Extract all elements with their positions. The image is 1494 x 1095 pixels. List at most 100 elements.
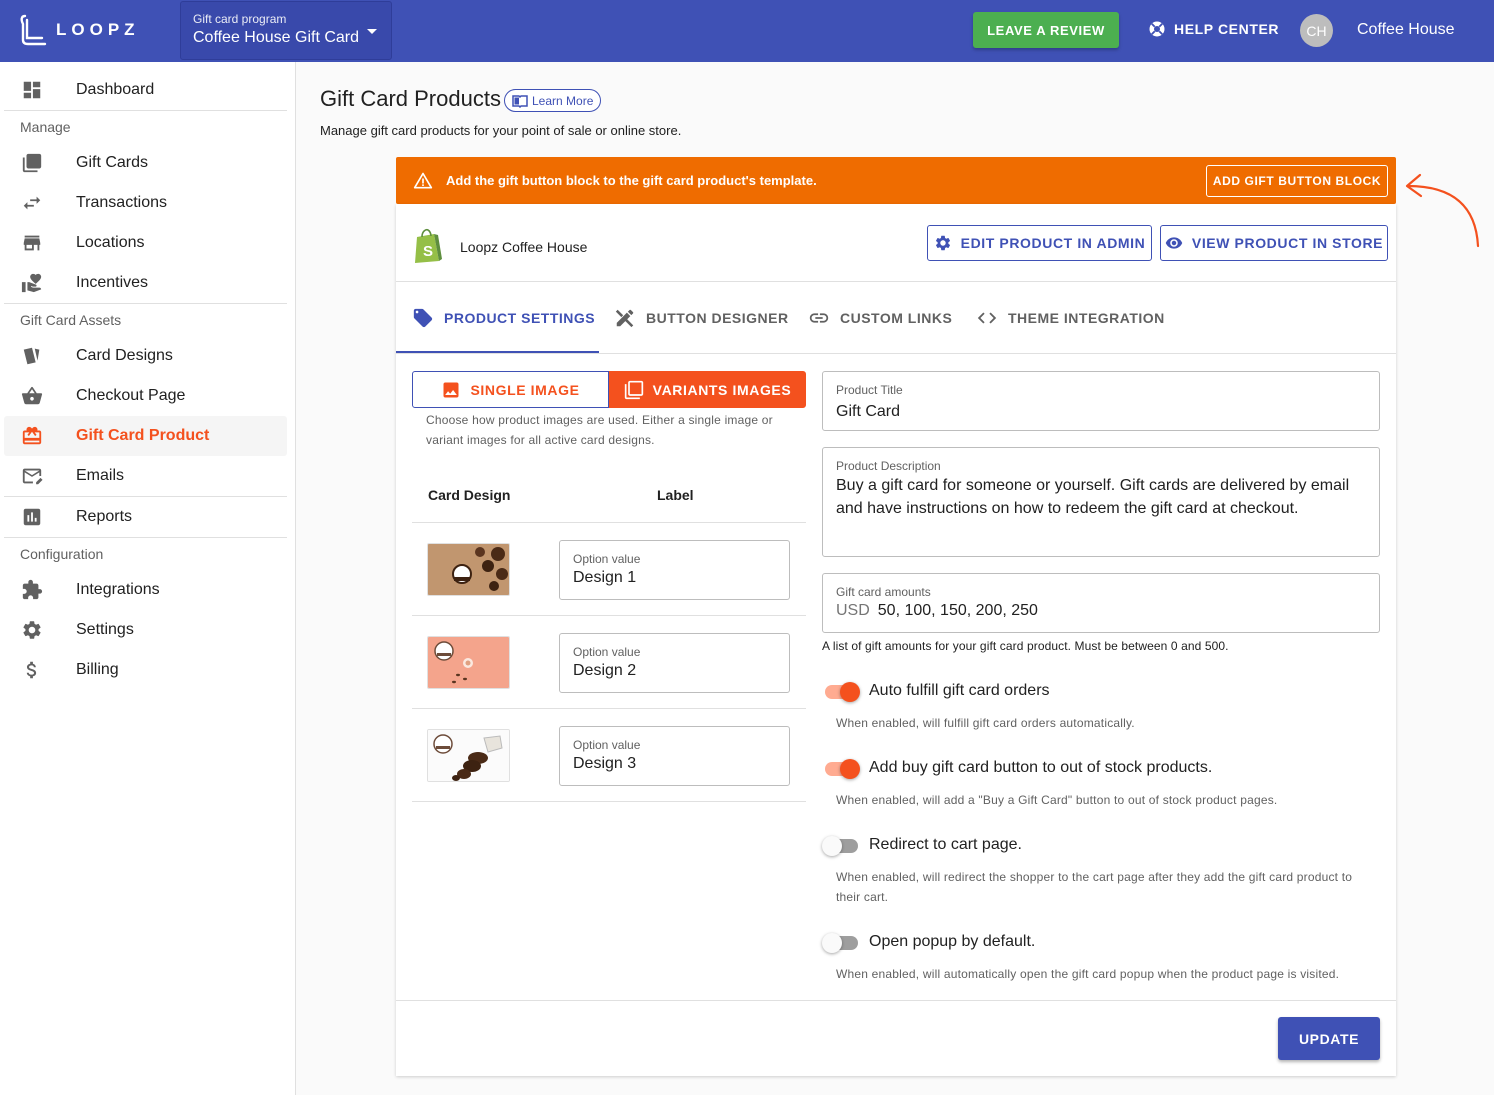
top-app-bar: LOOPZ Gift card program Coffee House Gif… [0,0,1494,62]
loopz-logo[interactable]: LOOPZ [18,14,140,46]
single-image-label: SINGLE IMAGE [470,381,580,398]
view-product-in-store-button[interactable]: VIEW PRODUCT IN STORE [1160,225,1388,261]
page-subtitle: Manage gift card products for your point… [320,123,682,138]
caret-down-icon [367,29,377,34]
shop-name: Loopz Coffee House [460,239,588,255]
sidebar-item-label: Dashboard [76,81,155,98]
lifebuoy-icon [1149,21,1165,37]
learn-more-button[interactable]: Learn More [504,89,602,112]
update-button[interactable]: UPDATE [1278,1017,1380,1060]
section-header-manage: Manage [20,119,71,135]
card-design-thumbnail-1 [427,543,510,596]
out-of-stock-button-toggle[interactable] [822,759,860,779]
tab-label: BUTTON DESIGNER [646,310,789,326]
volunteer-heart-icon [20,271,44,295]
option-value-field[interactable]: Option value Design 3 [559,726,790,786]
shop-row: S Loopz Coffee House EDIT PRODUCT IN ADM… [396,204,1396,282]
sidebar-item-gift-card-product[interactable]: Gift Card Product [4,416,287,456]
gift-card-amounts-field[interactable]: Gift card amounts USD 50, 100, 150, 200,… [822,573,1380,633]
option-value-label: Option value [573,738,641,752]
sidebar-item-settings[interactable]: Settings [4,610,287,650]
table-row: Option value Design 2 [412,616,806,709]
variants-images-label: VARIANTS IMAGES [652,381,792,398]
sidebar-item-transactions[interactable]: Transactions [4,183,287,223]
sidebar-item-locations[interactable]: Locations [4,223,287,263]
sidebar-item-dashboard[interactable]: Dashboard [4,70,287,110]
currency-prefix: USD [836,602,870,619]
help-center-label: HELP CENTER [1174,21,1280,37]
product-title-label: Product Title [836,383,903,397]
single-image-button[interactable]: SINGLE IMAGE [412,371,609,408]
sidebar-item-label: Settings [76,621,134,638]
curved-arrow-annotation [1405,173,1480,248]
product-settings-card: S Loopz Coffee House EDIT PRODUCT IN ADM… [396,204,1396,1076]
option-value-label: Option value [573,645,641,659]
sidebar-divider [4,537,287,538]
switch-help: When enabled, will add a "Buy a Gift Car… [836,793,1278,807]
link-icon [809,313,829,323]
avatar[interactable]: CH [1300,14,1333,47]
option-value-field[interactable]: Option value Design 1 [559,540,790,600]
puzzle-piece-icon [20,578,44,602]
section-header-gift-card-assets: Gift Card Assets [20,312,122,328]
option-value-text: Design 2 [573,662,637,679]
sidebar-item-reports[interactable]: Reports [4,497,287,537]
code-icon [977,312,997,324]
auto-fulfill-toggle[interactable] [822,682,860,702]
switch-label: Redirect to cart page. [869,836,1022,853]
open-popup-toggle[interactable] [822,933,860,953]
swap-arrows-icon [20,191,44,215]
redirect-to-cart-toggle[interactable] [822,836,860,856]
user-name[interactable]: Coffee House [1357,21,1455,39]
product-description-value: Buy a gift card for someone or yourself.… [836,477,1350,517]
sidebar-item-label: Transactions [76,194,167,211]
switch-label: Auto fulfill gift card orders [869,682,1050,699]
loopz-logo-icon [20,14,47,46]
image-mode-toggle: SINGLE IMAGE VARIANTS IMAGES [412,371,806,408]
sidebar-item-label: Card Designs [76,347,173,364]
sidebar-item-billing[interactable]: Billing [4,650,287,690]
eye-icon [1165,237,1183,249]
page-title: Gift Card Products [320,86,501,111]
option-value-text: Design 3 [573,755,637,772]
sidebar-item-incentives[interactable]: Incentives [4,263,287,303]
section-header-configuration: Configuration [20,546,104,562]
bar-chart-icon [20,505,44,529]
tab-custom-links[interactable]: CUSTOM LINKS [808,282,952,354]
view-product-label: VIEW PRODUCT IN STORE [1191,235,1384,251]
sidebar-item-integrations[interactable]: Integrations [4,570,287,610]
help-center-link[interactable]: HELP CENTER [1148,20,1279,38]
sidebar-item-label: Integrations [76,581,160,598]
tab-theme-integration[interactable]: THEME INTEGRATION [976,282,1165,354]
tab-product-settings[interactable]: PRODUCT SETTINGS [412,282,595,354]
option-value-field[interactable]: Option value Design 2 [559,633,790,693]
storefront-icon [20,231,44,255]
sidebar-item-card-designs[interactable]: Card Designs [4,336,287,376]
product-description-field[interactable]: Product Description Buy a gift card for … [822,447,1380,557]
product-title-field[interactable]: Product Title Gift Card [822,371,1380,431]
switch-help: When enabled, will fulfill gift card ord… [836,716,1135,730]
product-title-value: Gift Card [836,403,901,420]
option-value-text: Design 1 [573,569,637,586]
edit-product-in-admin-button[interactable]: EDIT PRODUCT IN ADMIN [927,225,1152,261]
sidebar-item-label: Emails [76,467,125,484]
card-design-thumbnail-3 [427,729,510,782]
leave-review-button[interactable]: LEAVE A REVIEW [973,12,1119,48]
variants-images-button[interactable]: VARIANTS IMAGES [609,371,806,408]
dashboard-icon [20,78,44,102]
gift-card-amounts-help: A list of gift amounts for your gift car… [822,639,1229,653]
gift-card-program-select[interactable]: Gift card program Coffee House Gift Card [180,1,392,60]
sidebar-item-label: Billing [76,661,119,678]
add-gift-button-block-button[interactable]: ADD GIFT BUTTON BLOCK [1206,165,1388,197]
gear-icon [935,235,950,251]
active-tab-indicator [396,351,599,353]
sidebar-item-gift-cards[interactable]: Gift Cards [4,143,287,183]
svg-text:S: S [423,243,433,260]
gear-icon [20,618,44,642]
settings-tabs: PRODUCT SETTINGS BUTTON DESIGNER CUSTOM … [396,282,1396,354]
sidebar-item-emails[interactable]: Emails [4,456,287,496]
gift-card-amounts-label: Gift card amounts [836,585,931,599]
mail-edit-icon [20,464,44,488]
tab-button-designer[interactable]: BUTTON DESIGNER [614,282,789,354]
sidebar-item-checkout-page[interactable]: Checkout Page [4,376,287,416]
